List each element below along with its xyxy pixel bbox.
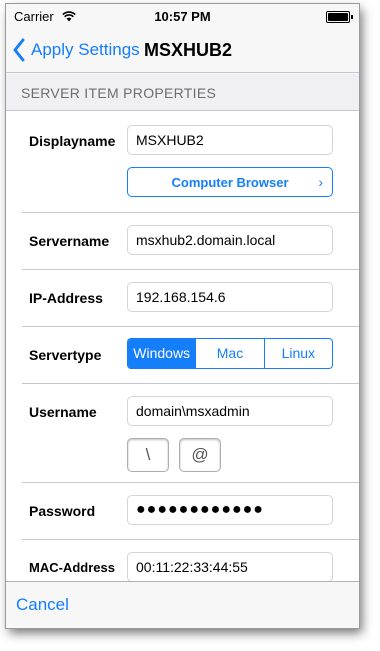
insert-backslash-button[interactable]: \: [127, 438, 169, 472]
password-row: Password ●●●●●●●●●●●●: [6, 483, 359, 539]
section-header-label: SERVER ITEM PROPERTIES: [21, 85, 217, 101]
displayname-label: Displayname: [29, 133, 116, 149]
battery-icon: [326, 11, 353, 23]
servertype-segmented-control: Windows Mac Linux: [127, 338, 333, 369]
mac-address-field[interactable]: 00:11:22:33:44:55: [127, 552, 333, 582]
mac-address-label: MAC-Address: [29, 560, 115, 575]
servertype-option-windows[interactable]: Windows: [128, 339, 196, 368]
computer-browser-button[interactable]: Computer Browser ›: [127, 167, 333, 197]
back-button[interactable]: Apply Settings: [12, 37, 140, 63]
ip-address-row: IP-Address 192.168.154.6: [6, 270, 359, 326]
cancel-button[interactable]: Cancel: [16, 595, 69, 615]
servername-label: Servername: [29, 233, 110, 249]
servername-field[interactable]: msxhub2.domain.local: [127, 225, 333, 255]
servertype-option-mac[interactable]: Mac: [195, 339, 263, 368]
page-title: MSXHUB2: [144, 40, 233, 60]
clock: 10:57 PM: [154, 9, 211, 24]
username-label: Username: [29, 404, 97, 420]
navigation-bar: Apply Settings MSXHUB2: [6, 28, 359, 73]
chevron-left-icon: [13, 38, 25, 62]
bottom-toolbar: Cancel: [6, 581, 359, 628]
servername-row: Servername msxhub2.domain.local: [6, 213, 359, 269]
ip-address-label: IP-Address: [29, 290, 103, 306]
servertype-option-linux[interactable]: Linux: [263, 339, 332, 368]
insert-at-sign-button[interactable]: @: [179, 438, 221, 472]
password-field[interactable]: ●●●●●●●●●●●●: [127, 495, 333, 525]
ip-address-field[interactable]: 192.168.154.6: [127, 282, 333, 312]
section-header: SERVER ITEM PROPERTIES: [6, 74, 359, 111]
computer-browser-label: Computer Browser: [171, 175, 289, 190]
back-button-label: Apply Settings: [31, 40, 140, 59]
chevron-right-icon: ›: [318, 174, 323, 190]
password-label: Password: [29, 503, 96, 519]
username-row: Username domain\msxadmin \ @: [6, 384, 359, 482]
phone-screen: Carrier 10:57 PM Apply Settings MSXHUB2 …: [5, 3, 360, 629]
displayname-field[interactable]: MSXHUB2: [127, 125, 333, 155]
servertype-row: Servertype Windows Mac Linux: [6, 327, 359, 383]
servertype-label: Servertype: [29, 347, 102, 363]
displayname-row: Displayname MSXHUB2 Computer Browser ›: [6, 111, 359, 212]
server-properties-form: Displayname MSXHUB2 Computer Browser › S…: [6, 111, 359, 582]
status-bar: Carrier 10:57 PM: [6, 4, 359, 28]
username-field[interactable]: domain\msxadmin: [127, 396, 333, 426]
